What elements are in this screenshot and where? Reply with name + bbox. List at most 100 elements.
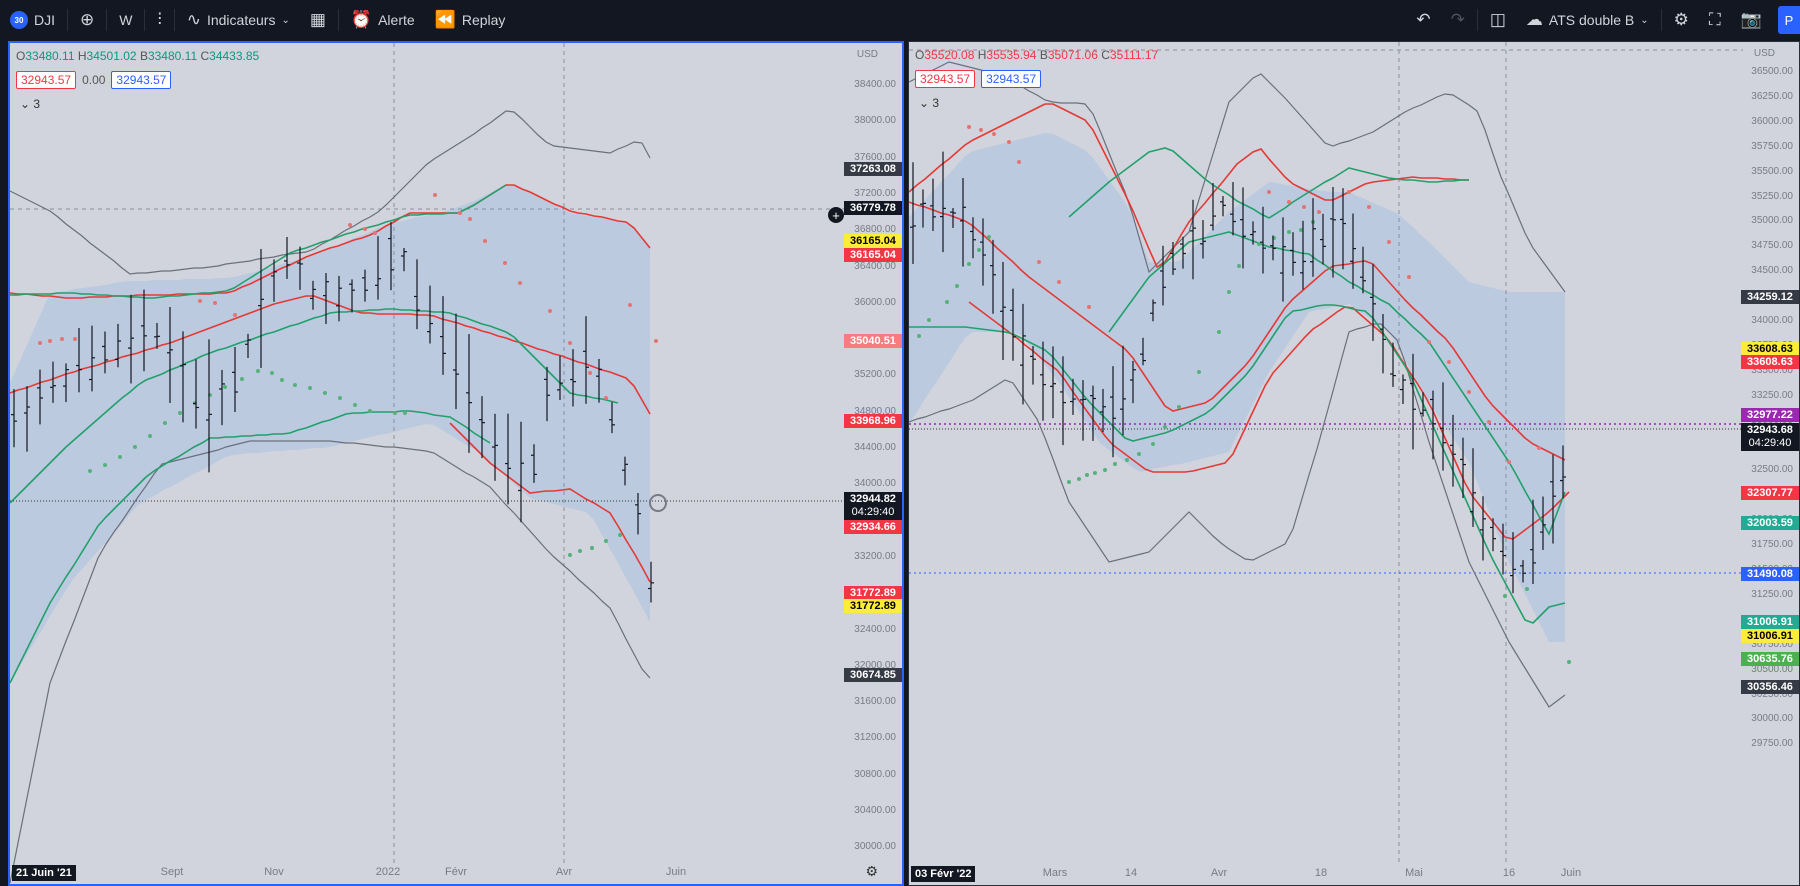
undo-button[interactable]: ↶ — [1406, 0, 1440, 40]
indicators-collapse-toggle[interactable]: ⌄ 3 — [20, 97, 40, 111]
right-chart-pane[interactable]: O35520.08 H35535.94 B35071.06 C35111.17 … — [908, 41, 1800, 886]
fullscreen-icon: ⛶ — [1708, 10, 1721, 29]
indicator-legend[interactable]: 32943.57 0.00 32943.57 — [16, 71, 172, 89]
price-tick: 31200.00 — [854, 732, 896, 744]
sar-dot — [403, 411, 407, 415]
sar-dot — [373, 231, 377, 235]
interval-button[interactable]: W — [109, 0, 142, 40]
price-label-value: 31772.89 — [850, 587, 896, 599]
sar-dot — [1387, 240, 1391, 244]
price-label: 35040.51 — [844, 334, 902, 348]
price-axis[interactable]: USD 36500.00 36250.00 36000.00 35750.00 3550… — [1741, 42, 1799, 885]
sar-dot — [1077, 477, 1081, 481]
ohlc-bar — [1400, 374, 1406, 405]
sar-dot — [604, 539, 608, 543]
sar-dot — [628, 303, 632, 307]
alert-button[interactable]: ⏰ Alerte — [341, 0, 425, 40]
replay-label: Replay — [461, 12, 506, 28]
sar-dot — [568, 553, 572, 557]
sar-dot — [1103, 468, 1107, 472]
sar-dot — [293, 383, 297, 387]
interval-label: W — [119, 12, 133, 28]
replay-button[interactable]: ⏪ Replay — [425, 0, 516, 40]
plus-icon[interactable]: + — [828, 207, 844, 223]
sar-dot — [1317, 210, 1321, 214]
price-label: 31006.91 — [1741, 629, 1799, 643]
divider — [1660, 9, 1662, 31]
fullscreen-button[interactable]: ⛶ — [1699, 0, 1731, 40]
compare-button[interactable]: ⊕ — [70, 0, 104, 40]
price-tick: 36500.00 — [1751, 66, 1793, 77]
indicator-count: 3 — [932, 96, 940, 110]
sar-dot — [1057, 280, 1061, 284]
price-label: 32944.82 04:29:40 — [844, 492, 902, 520]
symbol-name: DJI — [34, 12, 55, 28]
time-axis[interactable]: 21 Juin '21 ⚙ Sept Nov 2022 Févr Avr Juin — [10, 860, 902, 884]
price-label-value: 31006.91 — [1747, 616, 1793, 628]
left-price-chart[interactable] — [10, 43, 904, 886]
cloud-icon: ☁ — [1525, 10, 1543, 29]
ohlc-legend: O33480.11 H34501.02 B33480.11 C34433.85 — [16, 49, 259, 63]
price-tick: 32500.00 — [1751, 464, 1793, 476]
low-value: 35071.06 — [1047, 48, 1098, 62]
sar-dot — [240, 377, 244, 381]
undo-icon: ↶ — [1416, 10, 1431, 29]
price-tick: 31250.00 — [1751, 588, 1793, 600]
price-label-value: 33608.63 — [1747, 356, 1793, 368]
price-label-value: 35040.51 — [850, 335, 896, 347]
chart-type-button[interactable]: ⫶ — [147, 0, 171, 40]
left-chart-pane[interactable]: O33480.11 H34501.02 B33480.11 C34433.85 … — [8, 41, 904, 886]
currency-label: USD — [1753, 48, 1775, 59]
sar-dot — [270, 371, 274, 375]
sar-dot — [979, 128, 983, 132]
price-tick: 36250.00 — [1751, 90, 1793, 102]
open-key: O — [16, 49, 26, 63]
time-tick: Févr — [445, 866, 467, 878]
sar-dot — [1087, 305, 1091, 309]
sar-dot — [1567, 660, 1571, 664]
time-tick: Juin — [665, 866, 687, 878]
price-label-value: 30635.76 — [1747, 653, 1793, 665]
symbol-search[interactable]: 30 DJI — [0, 0, 65, 40]
price-axis[interactable]: USD 38400.00 38000.00 37600.00 37200.00 3680… — [844, 43, 902, 884]
indicator-legend[interactable]: 32943.57 32943.57 — [915, 70, 1042, 88]
layout-name-button[interactable]: ☁ ATS double B ⌄ — [1516, 0, 1659, 40]
price-label: 31006.91 — [1741, 615, 1799, 629]
price-tick: 31750.00 — [1751, 539, 1793, 551]
price-label-value: 32943.68 — [1747, 424, 1793, 436]
templates-button[interactable]: ▦ — [300, 0, 336, 40]
sar-dot — [468, 217, 472, 221]
settings-button[interactable]: ⚙ — [1664, 0, 1699, 40]
time-axis[interactable]: 03 Févr '22 Mars 14 Avr 18 Mai 16 Juin — [909, 861, 1799, 885]
price-tick: 34000.00 — [854, 478, 896, 490]
sar-dot — [60, 337, 64, 341]
divider — [173, 9, 175, 31]
sar-dot — [353, 403, 357, 407]
right-price-chart[interactable] — [909, 42, 1800, 886]
indicators-collapse-toggle[interactable]: ⌄ 3 — [919, 96, 939, 110]
price-label: 31772.89 — [844, 599, 902, 613]
price-tick: 36400.00 — [854, 260, 896, 272]
price-label-value: 34259.12 — [1747, 291, 1793, 303]
price-label-value: 31490.08 — [1747, 568, 1793, 580]
price-label: 36165.04 — [844, 234, 902, 248]
countdown-timer: 04:29:40 — [851, 506, 895, 518]
redo-button[interactable]: ↷ — [1441, 0, 1475, 40]
price-label: 36779.78 — [844, 201, 902, 215]
ohlc-bar — [1220, 196, 1226, 217]
sar-dot — [548, 309, 552, 313]
split-layout-icon: ◫ — [1489, 10, 1506, 29]
price-label-value: 30674.85 — [850, 669, 896, 681]
sar-dot — [604, 396, 608, 400]
indicators-button[interactable]: ∿ Indicateurs ⌄ — [177, 0, 300, 40]
gear-icon[interactable]: ⚙ — [865, 863, 878, 880]
layout-button[interactable]: ◫ — [1480, 0, 1516, 40]
screenshot-button[interactable]: 📷 — [1731, 0, 1772, 40]
price-tick: 38400.00 — [854, 79, 896, 90]
sar-dot — [1407, 275, 1411, 279]
chevron-down-icon: ⌄ — [20, 97, 31, 111]
publish-button[interactable]: P — [1778, 6, 1800, 34]
price-label: 30356.46 — [1741, 680, 1799, 694]
price-label: 30674.85 — [844, 668, 902, 682]
price-label-value: 32944.82 — [850, 493, 896, 505]
